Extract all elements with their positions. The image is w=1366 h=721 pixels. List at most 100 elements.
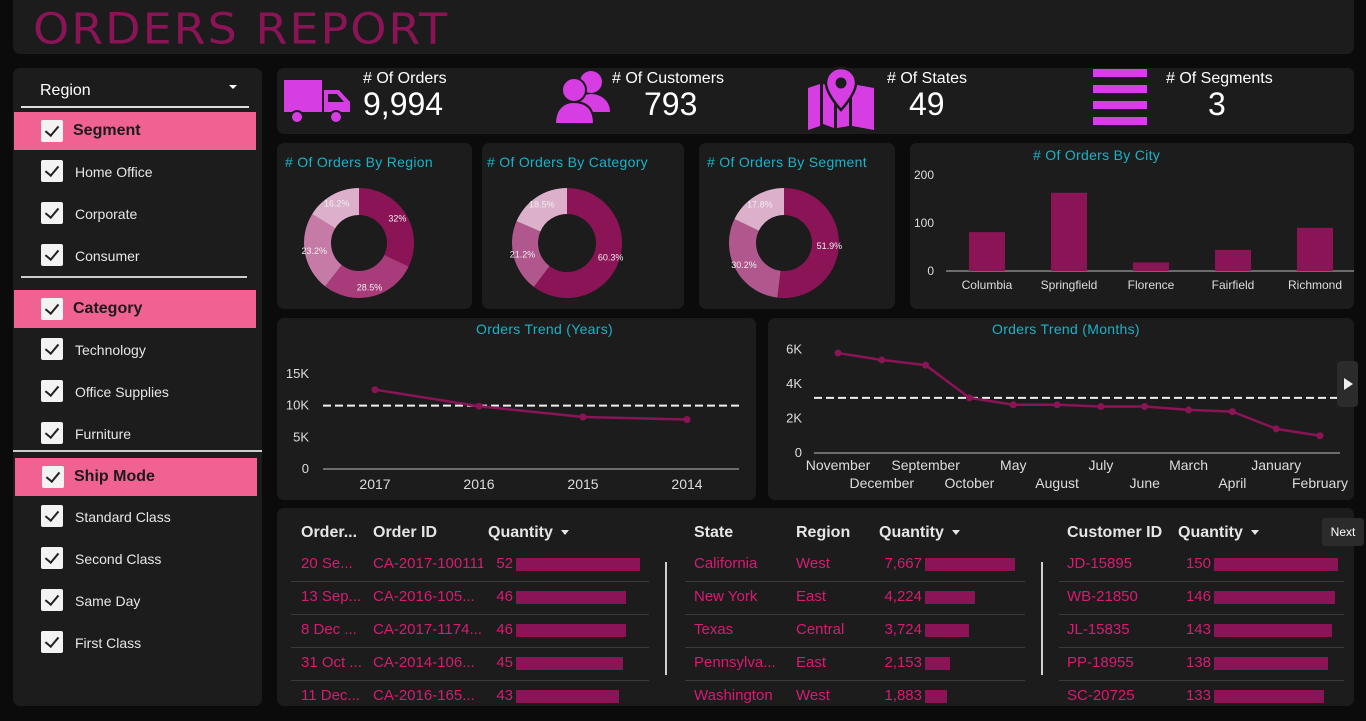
category-header[interactable]: Category <box>14 290 256 328</box>
menu-lines-icon <box>1093 69 1147 125</box>
months-trend-panel: Orders Trend (Months) 6K 4K 2K 0 November Dec… <box>768 318 1354 500</box>
segment-header[interactable]: Segment <box>14 112 256 150</box>
data-point[interactable] <box>1053 401 1061 409</box>
checkbox-icon[interactable] <box>41 422 63 444</box>
quantity-bar <box>925 624 969 637</box>
row-divider <box>1059 680 1344 681</box>
region-cell: East <box>796 588 827 605</box>
col-header-customer-id[interactable]: Customer ID <box>1067 524 1162 542</box>
data-point[interactable] <box>1185 406 1193 414</box>
ship-mode-item-standard[interactable]: Standard Class <box>13 501 256 531</box>
quantity-bar <box>925 690 948 703</box>
ship-mode-item-label: Second Class <box>75 551 162 567</box>
bar[interactable] <box>1297 227 1333 271</box>
category-item-office-supplies[interactable]: Office Supplies <box>13 376 256 406</box>
quantity-cell: 46 <box>496 588 513 605</box>
data-point[interactable] <box>878 356 886 364</box>
segment-item-corporate[interactable]: Corporate <box>13 198 256 228</box>
segment-item-consumer[interactable]: Consumer <box>13 240 256 270</box>
data-point[interactable] <box>834 349 842 357</box>
quantity-bar <box>516 591 626 604</box>
category-item-furniture[interactable]: Furniture <box>13 418 256 448</box>
y-tick-label: 6K <box>786 342 802 357</box>
data-point[interactable] <box>683 416 691 424</box>
checkbox-icon[interactable] <box>41 338 63 360</box>
col-header-order-id[interactable]: Order ID <box>373 524 437 542</box>
checkbox-icon[interactable] <box>41 547 63 569</box>
checkbox-icon[interactable] <box>41 631 63 653</box>
x-tick-label: 2014 <box>671 476 702 492</box>
data-point[interactable] <box>922 361 930 369</box>
checkbox-icon[interactable] <box>41 589 63 611</box>
col-header-quantity[interactable]: Quantity <box>1178 524 1259 542</box>
bar[interactable] <box>1133 262 1169 271</box>
y-tick-label: 15K <box>286 366 309 381</box>
checkbox-icon[interactable] <box>41 202 63 224</box>
data-point[interactable] <box>1228 408 1236 416</box>
data-point[interactable] <box>475 402 483 410</box>
col-header-state[interactable]: State <box>694 524 733 542</box>
data-point[interactable] <box>1316 432 1324 440</box>
city-bar-panel: # Of Orders By City 200 100 0 Columbia Sprin… <box>910 143 1354 309</box>
kpi-orders-value: 9,994 <box>363 86 444 122</box>
region-cell: West <box>796 555 830 572</box>
category-item-label: Technology <box>75 342 146 358</box>
col-header-region[interactable]: Region <box>796 524 850 542</box>
checkbox-icon[interactable] <box>41 298 63 320</box>
data-point[interactable] <box>1272 425 1280 433</box>
category-item-technology[interactable]: Technology <box>13 334 256 364</box>
order-id-cell: CA-2014-106... <box>373 654 475 671</box>
data-point[interactable] <box>965 394 973 402</box>
state-cell: Washington <box>694 687 773 704</box>
checkbox-icon[interactable] <box>41 244 63 266</box>
col-header-quantity[interactable]: Quantity <box>879 524 960 542</box>
divider <box>13 450 262 452</box>
data-point[interactable] <box>1097 402 1105 410</box>
col-header-quantity[interactable]: Quantity <box>488 524 569 542</box>
data-point[interactable] <box>1009 401 1017 409</box>
checkbox-icon[interactable] <box>41 160 63 182</box>
ship-mode-item-second[interactable]: Second Class <box>13 543 256 573</box>
customer-id-cell: JL-15835 <box>1067 621 1130 638</box>
divider <box>1041 562 1043 675</box>
checkbox-icon[interactable] <box>41 505 63 527</box>
region-dropdown[interactable]: Region <box>21 72 249 108</box>
kpi-customers-value: 793 <box>644 86 698 122</box>
y-tick-label: 0 <box>302 461 309 476</box>
ship-mode-item-label: Same Day <box>75 593 141 609</box>
map-pin-icon <box>808 66 874 130</box>
ship-mode-item-first[interactable]: First Class <box>13 627 256 657</box>
segment-donut-panel: # Of Orders By Segment 51.9% 30.2% 17.8% <box>699 143 895 309</box>
checkbox-icon[interactable] <box>41 120 63 142</box>
bar[interactable] <box>969 232 1005 271</box>
users-icon <box>554 71 610 124</box>
data-point[interactable] <box>579 413 587 421</box>
quantity-bar <box>1214 591 1335 604</box>
bar[interactable] <box>1215 249 1251 271</box>
chart-title: # Of Orders By Segment <box>707 154 867 170</box>
customer-id-cell: JD-15895 <box>1067 555 1133 572</box>
data-point[interactable] <box>1141 402 1149 410</box>
city-bar-chart: 200 100 0 Columbia Springfield Florence Fairfi… <box>914 168 1354 292</box>
quantity-cell: 138 <box>1185 654 1211 671</box>
kpi-row: # Of Orders 9,994 # Of Customers 793 # O… <box>277 66 1354 134</box>
checkbox-icon[interactable] <box>41 380 63 402</box>
donut-slice[interactable] <box>359 188 414 267</box>
quantity-bar <box>516 690 619 703</box>
play-axis-button[interactable] <box>1337 361 1358 407</box>
segment-item-home-office[interactable]: Home Office <box>13 156 256 186</box>
chart-title: # Of Orders By Category <box>487 154 648 170</box>
data-point[interactable] <box>371 386 379 394</box>
col-header-quantity-label: Quantity <box>488 524 553 541</box>
row-divider <box>291 680 649 681</box>
ship-mode-item-same-day[interactable]: Same Day <box>13 585 256 615</box>
x-tick-label: July <box>1088 457 1113 473</box>
ship-mode-header[interactable]: Ship Mode <box>15 458 257 496</box>
checkbox-icon[interactable] <box>42 466 64 488</box>
donut-slice[interactable] <box>729 219 781 298</box>
x-tick-label: Columbia <box>962 278 1013 292</box>
col-header-order-date[interactable]: Order... <box>301 524 357 542</box>
bar[interactable] <box>1051 192 1087 271</box>
next-button[interactable]: Next <box>1322 518 1364 546</box>
kpi-states: # Of States 49 <box>805 66 1075 134</box>
